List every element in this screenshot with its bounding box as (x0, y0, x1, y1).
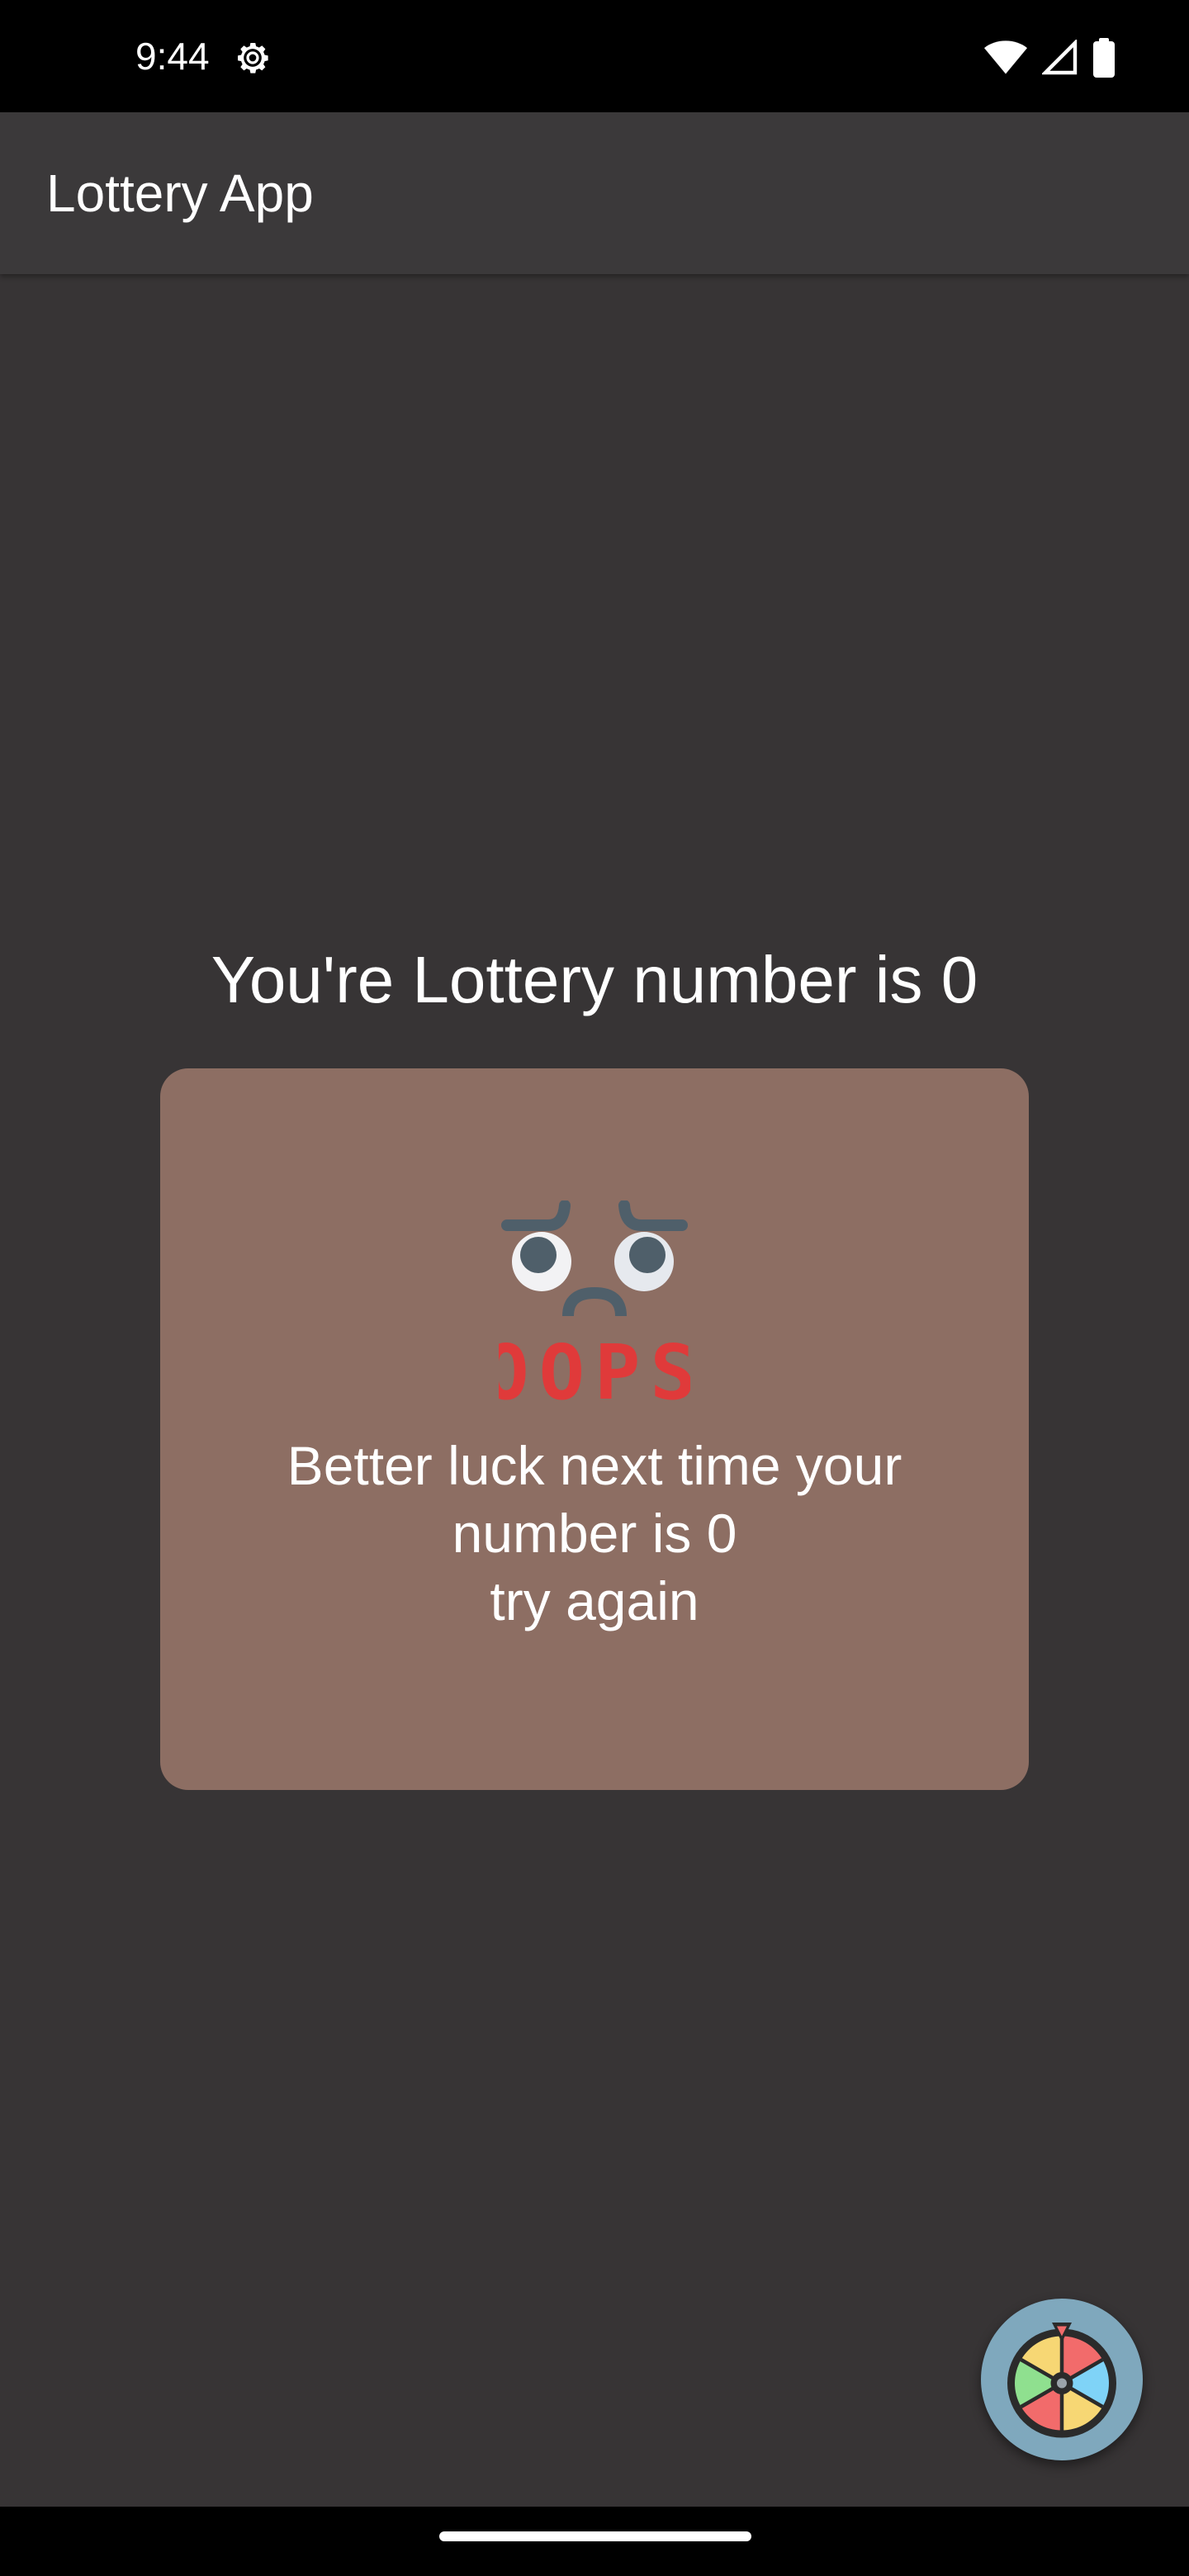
navigation-bar (0, 2507, 1189, 2576)
oops-sad-face-icon: OOPS (499, 1200, 690, 1407)
spin-wheel-icon (1007, 2323, 1116, 2438)
battery-icon (1093, 38, 1115, 78)
home-indicator[interactable] (439, 2531, 751, 2541)
result-card: OOPS Better luck next time your number i… (160, 1068, 1029, 1790)
wifi-icon (984, 40, 1027, 74)
app-title: Lottery App (46, 163, 314, 223)
result-message-line: try again (490, 1570, 699, 1631)
oops-text: OOPS (499, 1328, 690, 1407)
app-bar: Lottery App (0, 112, 1189, 274)
lottery-number-headline: You're Lottery number is 0 (211, 943, 978, 1016)
settings-gear-icon (238, 43, 268, 73)
status-bar: 9:44 (0, 0, 1189, 112)
result-message: Better luck next time your number is 0 t… (160, 1432, 1029, 1635)
result-message-line: Better luck next time your (287, 1435, 902, 1496)
spin-wheel-button[interactable] (981, 2299, 1143, 2460)
status-time: 9:44 (135, 35, 210, 78)
main-content: You're Lottery number is 0 OOPS Better l… (0, 274, 1189, 2507)
result-message-line: number is 0 (452, 1503, 737, 1564)
cell-signal-icon (1042, 40, 1078, 75)
